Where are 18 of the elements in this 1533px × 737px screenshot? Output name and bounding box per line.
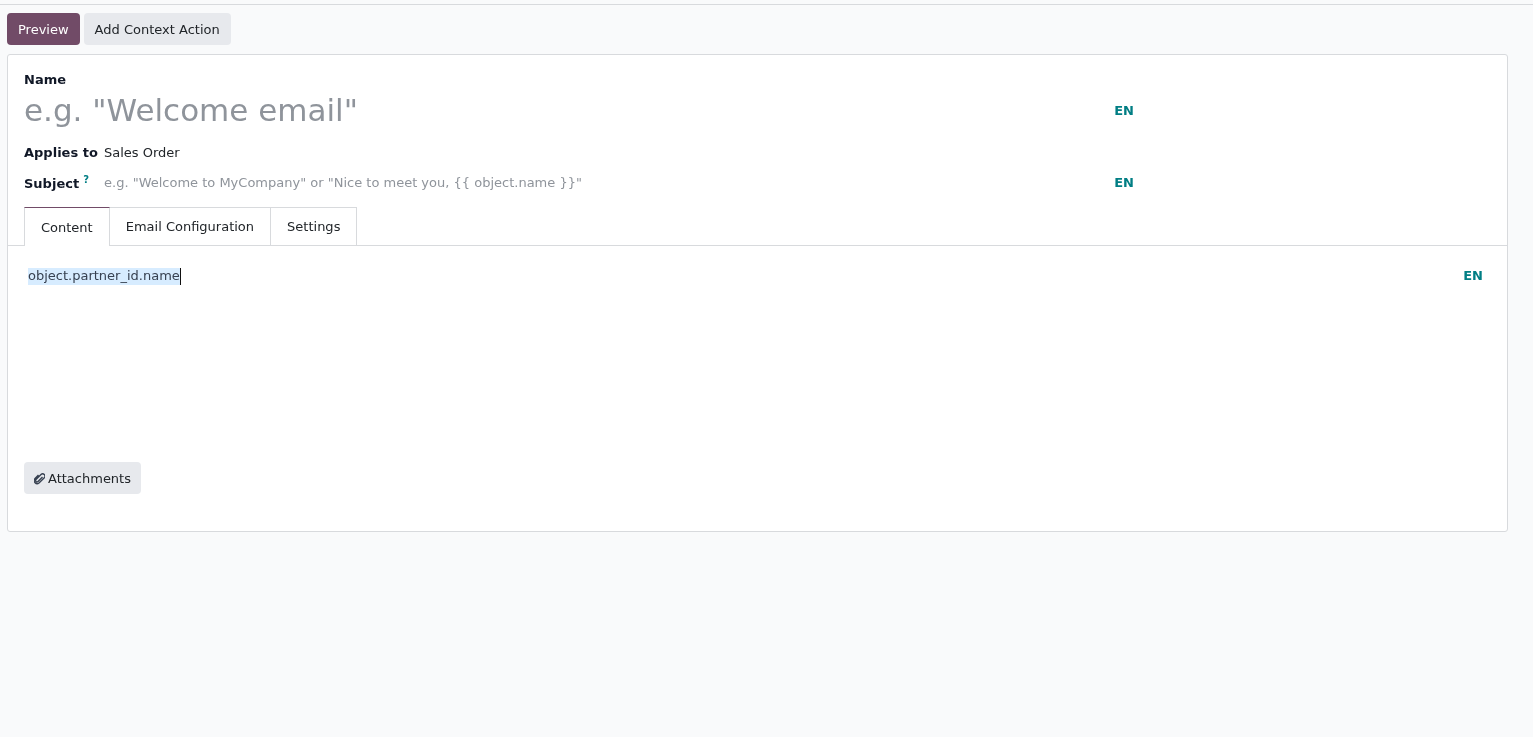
language-link[interactable]: EN [1114,102,1134,118]
tab[interactable]: Settings [271,207,358,246]
field-label: Name [24,72,67,87]
field-value: Sales Order [104,145,180,160]
paperclip-icon [34,471,45,485]
name-field[interactable]: e.g. "Welcome email" [24,89,1115,131]
language-link[interactable]: EN [1463,268,1483,419]
tab[interactable]: Content [24,207,110,247]
subject-field[interactable]: e.g. "Welcome to MyCompany" or "Nice to meet you, {{ object.name }}" [104,175,1115,191]
attachments-button[interactable]: Attachments [24,462,141,494]
field-label: Subject [24,176,80,192]
help-tooltip[interactable]: ? [83,174,89,185]
field-label: Applies to [24,145,99,160]
preview-button[interactable]: Preview [7,13,80,45]
editor-text[interactable]: object.partner_id.name [28,268,181,286]
language-link[interactable]: EN [1114,175,1134,191]
tab[interactable]: Email Configuration [109,207,272,246]
action-button[interactable]: Add Context Action [83,13,231,45]
